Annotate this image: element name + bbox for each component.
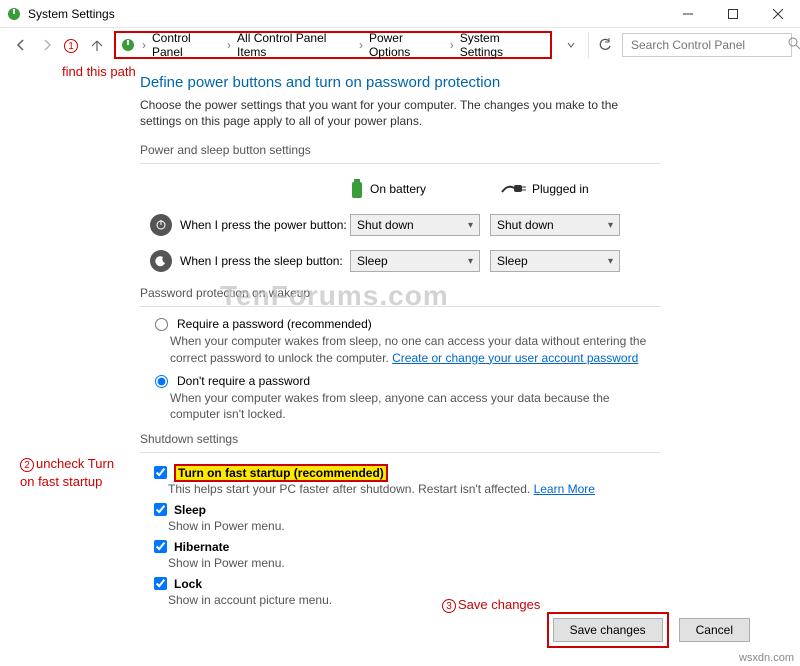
col-header-battery-label: On battery [370, 182, 426, 196]
col-header-plugged-label: Plugged in [532, 182, 589, 196]
dont-require-password-radio[interactable] [155, 375, 168, 388]
maximize-button[interactable] [710, 0, 755, 28]
chevron-down-icon: ▾ [468, 220, 473, 231]
sleep-checkbox-label: Sleep [174, 503, 206, 517]
chevron-down-icon: ▾ [608, 220, 613, 231]
up-button[interactable] [84, 32, 110, 58]
breadcrumb-bar[interactable]: › Control Panel › All Control Panel Item… [114, 31, 552, 59]
sleep-plugged-dropdown[interactable]: Sleep▾ [490, 250, 620, 272]
chevron-down-icon: ▾ [468, 256, 473, 267]
require-password-radio[interactable] [155, 318, 168, 331]
hibernate-checkbox[interactable] [154, 540, 167, 553]
lock-checkbox[interactable] [154, 577, 167, 590]
chevron-right-icon: › [225, 38, 233, 52]
back-button[interactable] [8, 32, 34, 58]
fast-startup-desc: This helps start your PC faster after sh… [168, 482, 660, 496]
col-header-plugged: Plugged in [500, 182, 640, 196]
fast-startup-checkbox[interactable] [154, 466, 167, 479]
save-button-highlight: Save changes [547, 612, 669, 648]
sleep-checkbox-desc: Show in Power menu. [168, 519, 660, 533]
search-input[interactable] [629, 37, 788, 53]
sleep-checkbox[interactable] [154, 503, 167, 516]
page-heading: Define power buttons and turn on passwor… [140, 74, 660, 91]
lock-checkbox-desc: Show in account picture menu. [168, 593, 660, 607]
power-battery-dropdown[interactable]: Shut down▾ [350, 214, 480, 236]
plug-icon [500, 182, 526, 196]
sleep-battery-dropdown[interactable]: Sleep▾ [350, 250, 480, 272]
battery-icon [350, 179, 364, 199]
refresh-button[interactable] [588, 32, 614, 58]
fast-startup-label: Turn on fast startup (recommended) [176, 466, 386, 480]
chevron-right-icon: › [448, 38, 456, 52]
annotation-2: 2uncheck Turn on fast startup [20, 455, 130, 491]
nav-bar: 1 › Control Panel › All Control Panel It… [0, 28, 800, 62]
annotation-3-label: Save changes [458, 597, 540, 612]
breadcrumb-dropdown-button[interactable] [558, 32, 584, 58]
power-button-label: When I press the power button: [180, 218, 347, 232]
create-password-link[interactable]: Create or change your user account passw… [392, 351, 638, 365]
chevron-down-icon: ▾ [608, 256, 613, 267]
sleep-button-label: When I press the sleep button: [180, 254, 343, 268]
section-shutdown: Shutdown settings [140, 432, 660, 446]
lock-checkbox-label: Lock [174, 577, 202, 591]
crumb-system-settings[interactable]: System Settings [456, 31, 546, 59]
section-power-sleep: Power and sleep button settings [140, 143, 660, 157]
chevron-right-icon: › [357, 38, 365, 52]
hibernate-checkbox-desc: Show in Power menu. [168, 556, 660, 570]
power-button-icon [150, 214, 172, 236]
dont-require-password-desc: When your computer wakes from sleep, any… [170, 390, 660, 422]
col-header-battery: On battery [350, 179, 490, 199]
forward-button[interactable] [34, 32, 60, 58]
require-password-label: Require a password (recommended) [177, 317, 372, 331]
crumb-power-options[interactable]: Power Options [365, 31, 448, 59]
annotation-2-label: uncheck Turn on fast startup [20, 456, 114, 489]
section-password: Password protection on wakeup [140, 286, 660, 300]
chevron-right-icon: › [140, 38, 148, 52]
window-title: System Settings [28, 7, 665, 21]
close-button[interactable] [755, 0, 800, 28]
page-intro: Choose the power settings that you want … [140, 97, 660, 129]
footer-source: wsxdn.com [739, 652, 794, 664]
learn-more-link[interactable]: Learn More [534, 482, 595, 496]
breadcrumb-icon [120, 37, 136, 53]
hibernate-checkbox-label: Hibernate [174, 540, 229, 554]
app-icon [6, 6, 22, 22]
crumb-all-items[interactable]: All Control Panel Items [233, 31, 357, 59]
sleep-button-icon [150, 250, 172, 272]
minimize-button[interactable] [665, 0, 710, 28]
annotation-1-icon: 1 [64, 39, 78, 53]
power-plugged-dropdown[interactable]: Shut down▾ [490, 214, 620, 236]
annotation-3: 3Save changes [442, 597, 540, 613]
dont-require-password-label: Don't require a password [177, 374, 310, 388]
search-box[interactable] [622, 33, 792, 57]
save-button[interactable]: Save changes [553, 618, 663, 642]
fast-startup-highlight: Turn on fast startup (recommended) [174, 464, 388, 482]
crumb-control-panel[interactable]: Control Panel [148, 31, 225, 59]
search-icon [788, 37, 800, 53]
cancel-button[interactable]: Cancel [679, 618, 750, 642]
require-password-desc: When your computer wakes from sleep, no … [170, 333, 660, 365]
window-titlebar: System Settings [0, 0, 800, 28]
button-bar: Save changes Cancel [547, 612, 750, 648]
main-content: Define power buttons and turn on passwor… [0, 74, 800, 607]
annotation-1-label: find this path [62, 64, 136, 79]
